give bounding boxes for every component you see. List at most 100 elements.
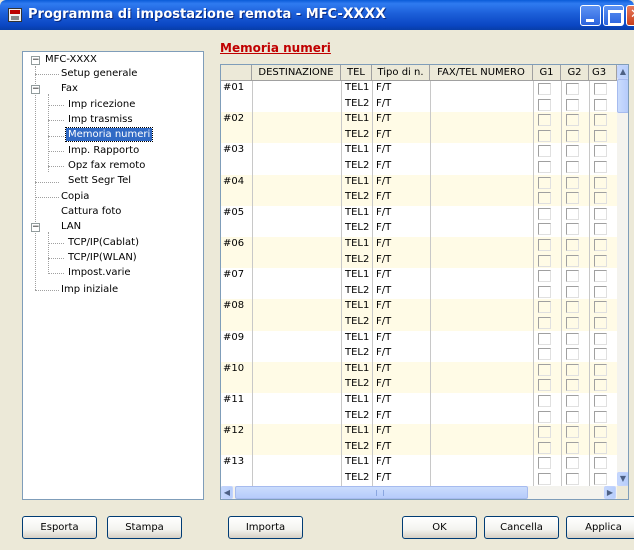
column-header-g2[interactable]: G2 [561, 65, 589, 81]
tree-item-imp-ricezione[interactable]: Imp ricezione [66, 99, 137, 113]
number-type-cell[interactable]: F/T [374, 393, 391, 409]
fax-tel-number-cell[interactable] [430, 253, 533, 269]
group-1-checkbox[interactable] [538, 410, 551, 423]
table-row[interactable]: TEL2 F/T [221, 159, 617, 175]
destination-cell[interactable] [252, 268, 341, 284]
destination-cell[interactable] [252, 159, 341, 175]
group-2-checkbox[interactable] [566, 363, 579, 376]
group-2-checkbox[interactable] [566, 223, 579, 236]
number-type-cell[interactable]: F/T [374, 237, 391, 253]
fax-tel-number-cell[interactable] [430, 315, 533, 331]
destination-cell[interactable] [252, 455, 341, 471]
group-3-checkbox[interactable] [594, 348, 607, 361]
destination-cell[interactable] [252, 143, 341, 159]
export-button[interactable]: Esporta [22, 516, 97, 539]
group-2-checkbox[interactable] [566, 395, 579, 407]
column-header-g3[interactable]: G3 [589, 65, 617, 81]
table-row[interactable]: #13 TEL1 F/T [221, 455, 617, 471]
column-header-tipo[interactable]: Tipo di n. [372, 65, 430, 81]
table-row[interactable]: #07 TEL1 F/T [221, 268, 617, 284]
group-3-checkbox[interactable] [594, 129, 607, 142]
group-1-checkbox[interactable] [538, 223, 551, 236]
group-3-checkbox[interactable] [594, 145, 607, 158]
fax-tel-number-cell[interactable] [430, 268, 533, 284]
table-row[interactable]: #08 TEL1 F/T [221, 299, 617, 315]
tree-item-copia[interactable]: Copia [59, 191, 91, 205]
group-2-checkbox[interactable] [566, 98, 579, 111]
group-1-checkbox[interactable] [538, 254, 551, 267]
collapse-icon[interactable]: − [31, 85, 40, 94]
destination-cell[interactable] [252, 440, 341, 456]
scroll-left-icon[interactable]: ◀ [221, 486, 233, 499]
group-2-checkbox[interactable] [566, 379, 579, 392]
fax-tel-number-cell[interactable] [430, 440, 533, 456]
table-row[interactable]: TEL2 F/T [221, 127, 617, 144]
group-1-checkbox[interactable] [538, 317, 551, 329]
tree-item-memoria-numeri[interactable]: Memoria numeri [64, 127, 154, 143]
number-type-cell[interactable]: F/T [374, 409, 391, 425]
table-row[interactable]: TEL2 F/T [221, 377, 617, 393]
fax-tel-number-cell[interactable] [430, 346, 533, 362]
group-1-checkbox[interactable] [538, 129, 551, 142]
table-row[interactable]: TEL2 F/T [221, 439, 617, 456]
fax-tel-number-cell[interactable] [430, 377, 533, 393]
group-3-checkbox[interactable] [594, 207, 607, 220]
group-3-checkbox[interactable] [594, 114, 607, 127]
fax-tel-number-cell[interactable] [430, 424, 533, 440]
number-type-cell[interactable]: F/T [374, 346, 391, 362]
group-1-checkbox[interactable] [538, 161, 551, 173]
destination-cell[interactable] [252, 112, 341, 128]
destination-cell[interactable] [252, 377, 341, 393]
number-type-cell[interactable]: F/T [374, 424, 391, 440]
tree-item-tcpip-cablat[interactable]: TCP/IP(Cablat) [66, 237, 141, 251]
group-2-checkbox[interactable] [566, 83, 579, 95]
group-2-checkbox[interactable] [566, 114, 579, 127]
table-row[interactable]: TEL2 F/T [221, 471, 617, 486]
fax-tel-number-cell[interactable] [430, 221, 533, 237]
destination-cell[interactable] [252, 409, 341, 425]
table-row[interactable]: TEL2 F/T [221, 315, 617, 331]
group-3-checkbox[interactable] [594, 332, 607, 345]
group-2-checkbox[interactable] [566, 270, 579, 283]
number-type-cell[interactable]: F/T [374, 253, 391, 269]
horizontal-scrollbar[interactable]: ◀ ▶ [221, 486, 617, 499]
table-row[interactable]: TEL2 F/T [221, 409, 617, 425]
group-1-checkbox[interactable] [538, 348, 551, 361]
group-2-checkbox[interactable] [566, 348, 579, 361]
tree-item-cattura-foto[interactable]: Cattura foto [59, 206, 123, 220]
group-1-checkbox[interactable] [538, 457, 551, 470]
tree-item-root[interactable]: MFC-XXXX [43, 54, 99, 68]
table-row[interactable]: #12 TEL1 F/T [221, 424, 617, 440]
group-1-checkbox[interactable] [538, 301, 551, 314]
group-3-checkbox[interactable] [594, 83, 607, 95]
group-1-checkbox[interactable] [538, 239, 551, 251]
table-row[interactable]: TEL2 F/T [221, 346, 617, 362]
number-type-cell[interactable]: F/T [374, 471, 391, 486]
group-2-checkbox[interactable] [566, 317, 579, 329]
destination-cell[interactable] [252, 331, 341, 347]
group-1-checkbox[interactable] [538, 395, 551, 407]
destination-cell[interactable] [252, 346, 341, 362]
table-row[interactable]: #02 TEL1 F/T [221, 112, 617, 128]
number-type-cell[interactable]: F/T [374, 175, 391, 191]
group-1-checkbox[interactable] [538, 207, 551, 220]
tree-item-lan[interactable]: LAN [59, 221, 83, 235]
fax-tel-number-cell[interactable] [430, 393, 533, 409]
speed-dial-grid[interactable]: DESTINAZIONE TEL Tipo di n. FAX/TEL NUME… [220, 64, 629, 500]
group-3-checkbox[interactable] [594, 98, 607, 111]
group-2-checkbox[interactable] [566, 161, 579, 173]
fax-tel-number-cell[interactable] [430, 190, 533, 206]
group-3-checkbox[interactable] [594, 254, 607, 267]
fax-tel-number-cell[interactable] [430, 237, 533, 253]
group-2-checkbox[interactable] [566, 145, 579, 158]
table-row[interactable]: #06 TEL1 F/T [221, 237, 617, 253]
group-1-checkbox[interactable] [538, 285, 551, 298]
group-2-checkbox[interactable] [566, 426, 579, 439]
group-3-checkbox[interactable] [594, 363, 607, 376]
collapse-icon[interactable]: − [31, 223, 40, 232]
destination-cell[interactable] [252, 362, 341, 378]
tree-item-sett-segr-tel[interactable]: Sett Segr Tel [66, 175, 133, 189]
column-header-g1[interactable]: G1 [533, 65, 561, 81]
number-type-cell[interactable]: F/T [374, 206, 391, 222]
fax-tel-number-cell[interactable] [430, 112, 533, 128]
